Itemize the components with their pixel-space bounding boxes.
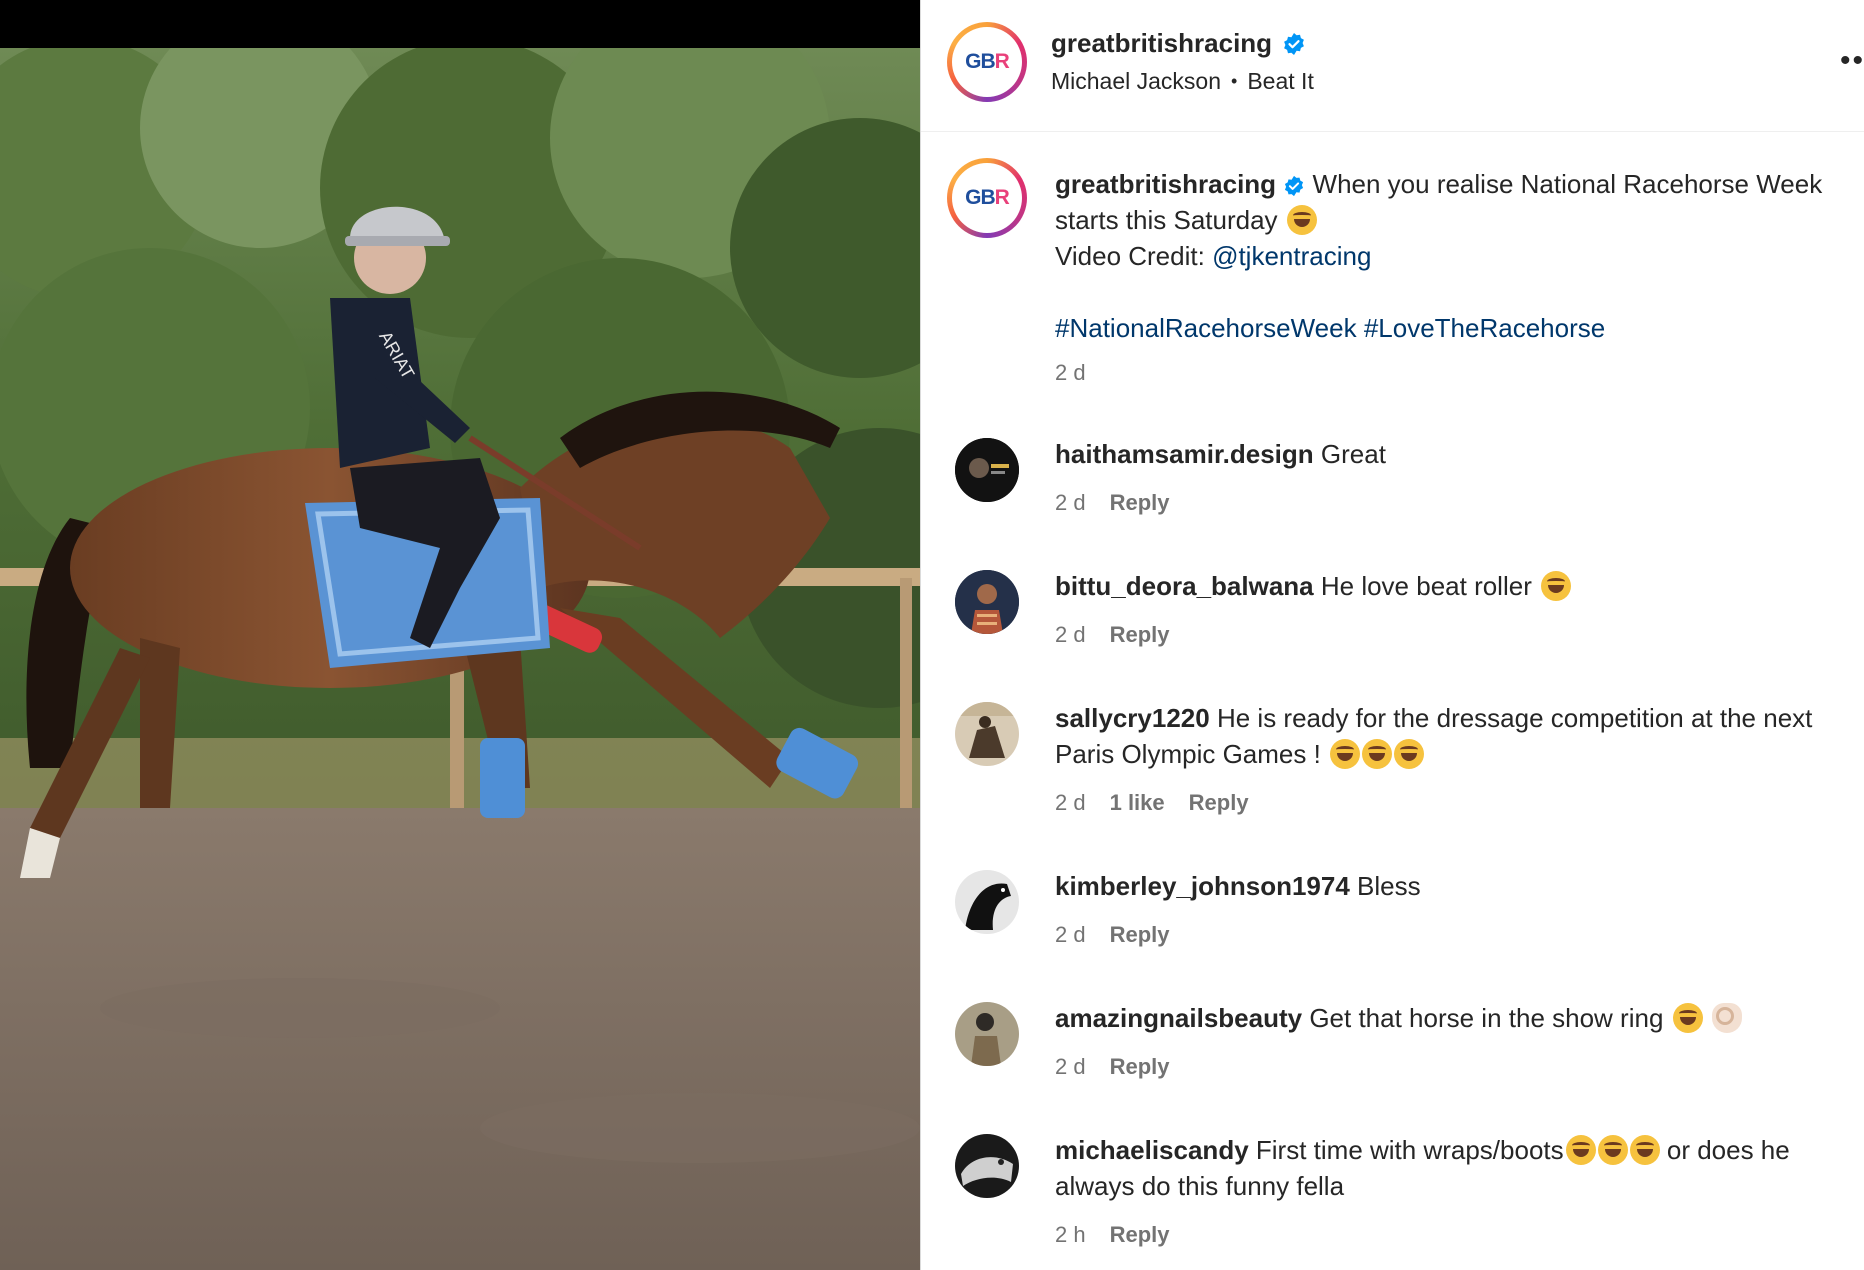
- comment-time[interactable]: 2 d: [1055, 790, 1086, 816]
- caption-credit-label: Video Credit:: [1055, 241, 1213, 271]
- comment-body: He love beat roller: [1320, 571, 1532, 601]
- reply-button[interactable]: Reply: [1110, 490, 1170, 516]
- more-options-icon[interactable]: ••: [1840, 44, 1864, 78]
- video-player[interactable]: ARIAT: [0, 48, 920, 1270]
- logo-text: GB: [965, 186, 995, 209]
- comment-meta: 2 d Reply: [1055, 490, 1170, 516]
- caption-credit-link[interactable]: @tjkentracing: [1212, 241, 1371, 271]
- comment-username[interactable]: sallycry1220: [1055, 703, 1210, 733]
- commenter-avatar[interactable]: [955, 1134, 1019, 1198]
- caption-username[interactable]: greatbritishracing: [1055, 169, 1276, 199]
- comment-meta: 2 d Reply: [1055, 1054, 1170, 1080]
- verified-badge-icon: [1284, 32, 1304, 55]
- grinning-squinting-face-icon: [1286, 205, 1317, 235]
- post-media[interactable]: ARIAT: [0, 0, 920, 1270]
- comment-item: bittu_deora_balwana He love beat roller …: [921, 568, 1864, 698]
- comment-text: kimberley_johnson1974 Bless: [1055, 868, 1845, 904]
- caption-text: greatbritishracing When you realise Nati…: [1055, 166, 1845, 346]
- comment-text: sallycry1220 He is ready for the dressag…: [1055, 700, 1845, 772]
- comment-text: bittu_deora_balwana He love beat roller: [1055, 568, 1845, 604]
- comment-meta: 2 d Reply: [1055, 922, 1170, 948]
- audio-separator: •: [1231, 71, 1238, 91]
- post-side-panel: GB R greatbritishracing Michael Jackson •…: [920, 0, 1864, 1270]
- rolling-on-floor-laughing-icon: [1597, 1135, 1628, 1165]
- comment-item: haithamsamir.design Great 2 d Reply: [921, 436, 1864, 566]
- rolling-on-floor-laughing-icon: [1541, 571, 1572, 601]
- comment-item: kimberley_johnson1974 Bless 2 d Reply: [921, 868, 1864, 998]
- comment-body: Great: [1320, 439, 1386, 469]
- caption-author-avatar[interactable]: GB R: [947, 158, 1027, 238]
- audio-track[interactable]: Beat It: [1247, 68, 1313, 95]
- commenter-avatar[interactable]: [955, 1002, 1019, 1066]
- reply-button[interactable]: Reply: [1189, 790, 1249, 816]
- commenter-avatar[interactable]: [955, 570, 1019, 634]
- face-with-tears-of-joy-icon: [1394, 739, 1425, 769]
- logo-text: GB: [965, 50, 995, 73]
- comment-text: haithamsamir.design Great: [1055, 436, 1845, 472]
- comment-meta: 2 h Reply: [1055, 1222, 1170, 1248]
- comment-meta: 2 d Reply: [1055, 622, 1170, 648]
- face-with-tears-of-joy-icon: [1330, 739, 1361, 769]
- comment-text: amazingnailsbeauty Get that horse in the…: [1055, 1000, 1845, 1036]
- comment-time[interactable]: 2 d: [1055, 490, 1086, 516]
- hashtag-link[interactable]: #LoveTheRacehorse: [1364, 313, 1605, 343]
- commenter-avatar[interactable]: [955, 438, 1019, 502]
- rolling-on-floor-laughing-icon: [1565, 1135, 1596, 1165]
- comment-body: Bless: [1357, 871, 1421, 901]
- comment-likes[interactable]: 1 like: [1110, 790, 1165, 816]
- author-username[interactable]: greatbritishracing: [1051, 28, 1272, 59]
- video-frame-horse-and-rider: ARIAT: [0, 48, 920, 1270]
- comment-body: First time with wraps/boots: [1255, 1135, 1564, 1165]
- commenter-avatar[interactable]: [955, 702, 1019, 766]
- media-top-bar: [0, 0, 920, 48]
- verified-badge-icon: [1285, 175, 1304, 197]
- comment-item: michaeliscandy First time with wraps/boo…: [921, 1132, 1864, 1270]
- face-with-tears-of-joy-icon: [1362, 739, 1393, 769]
- comment-username[interactable]: amazingnailsbeauty: [1055, 1003, 1302, 1033]
- comment-username[interactable]: kimberley_johnson1974: [1055, 871, 1350, 901]
- reply-button[interactable]: Reply: [1110, 1054, 1170, 1080]
- reply-button[interactable]: Reply: [1110, 1222, 1170, 1248]
- logo-text-accent: R: [994, 50, 1010, 73]
- audio-artist[interactable]: Michael Jackson: [1051, 68, 1221, 95]
- comment-time[interactable]: 2 h: [1055, 1222, 1086, 1248]
- rolling-on-floor-laughing-icon: [1629, 1135, 1660, 1165]
- commenter-avatar[interactable]: [955, 870, 1019, 934]
- comment-item: amazingnailsbeauty Get that horse in the…: [921, 1000, 1864, 1130]
- comment-time[interactable]: 2 d: [1055, 622, 1086, 648]
- logo-text-accent: R: [994, 186, 1010, 209]
- comment-text: michaeliscandy First time with wraps/boo…: [1055, 1132, 1845, 1204]
- comment-time[interactable]: 2 d: [1055, 922, 1086, 948]
- comment-time[interactable]: 2 d: [1055, 1054, 1086, 1080]
- gbr-logo: GB R: [952, 163, 1022, 233]
- author-avatar[interactable]: GB R: [947, 22, 1027, 102]
- reply-button[interactable]: Reply: [1110, 922, 1170, 948]
- comment-username[interactable]: bittu_deora_balwana: [1055, 571, 1314, 601]
- gbr-logo: GB R: [952, 27, 1022, 97]
- rolling-on-floor-laughing-icon: [1672, 1003, 1703, 1033]
- post-timestamp[interactable]: 2 d: [1055, 360, 1086, 386]
- post-header: GB R greatbritishracing Michael Jackson •…: [921, 0, 1864, 132]
- reply-button[interactable]: Reply: [1110, 622, 1170, 648]
- comment-body: Get that horse in the show ring: [1309, 1003, 1664, 1033]
- comment-meta: 2 d 1 like Reply: [1055, 790, 1249, 816]
- ok-hand-icon: [1711, 1003, 1742, 1033]
- hashtag-link[interactable]: #NationalRacehorseWeek: [1055, 313, 1357, 343]
- audio-attribution[interactable]: Michael Jackson • Beat It: [1051, 68, 1314, 95]
- comment-item: sallycry1220 He is ready for the dressag…: [921, 700, 1864, 850]
- comment-username[interactable]: haithamsamir.design: [1055, 439, 1314, 469]
- comment-username[interactable]: michaeliscandy: [1055, 1135, 1249, 1165]
